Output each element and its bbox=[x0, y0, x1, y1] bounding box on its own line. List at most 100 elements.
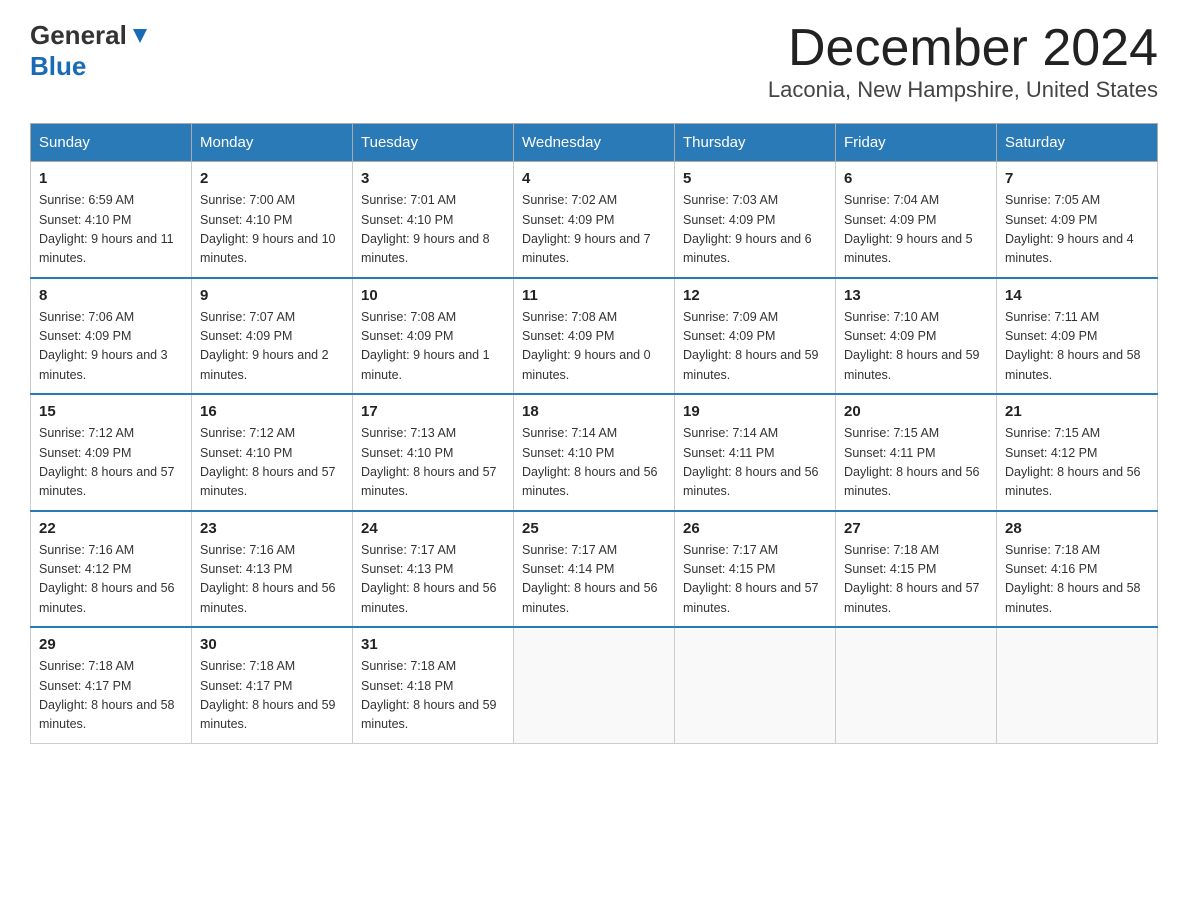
title-block: December 2024 Laconia, New Hampshire, Un… bbox=[768, 20, 1158, 103]
day-number: 5 bbox=[683, 170, 827, 187]
day-of-week-header: Sunday bbox=[31, 124, 192, 162]
day-info: Sunrise: 7:09 AMSunset: 4:09 PMDaylight:… bbox=[683, 308, 827, 386]
day-info: Sunrise: 7:16 AMSunset: 4:13 PMDaylight:… bbox=[200, 541, 344, 619]
day-number: 21 bbox=[1005, 403, 1149, 420]
calendar-cell: 4 Sunrise: 7:02 AMSunset: 4:09 PMDayligh… bbox=[514, 162, 675, 278]
day-number: 19 bbox=[683, 403, 827, 420]
day-number: 6 bbox=[844, 170, 988, 187]
day-info: Sunrise: 7:14 AMSunset: 4:10 PMDaylight:… bbox=[522, 424, 666, 502]
logo: General Blue bbox=[30, 20, 151, 82]
day-info: Sunrise: 7:06 AMSunset: 4:09 PMDaylight:… bbox=[39, 308, 183, 386]
day-number: 23 bbox=[200, 520, 344, 537]
day-of-week-header: Tuesday bbox=[353, 124, 514, 162]
day-number: 16 bbox=[200, 403, 344, 420]
calendar-week-row: 22 Sunrise: 7:16 AMSunset: 4:12 PMDaylig… bbox=[31, 511, 1158, 628]
day-number: 26 bbox=[683, 520, 827, 537]
calendar-cell: 25 Sunrise: 7:17 AMSunset: 4:14 PMDaylig… bbox=[514, 511, 675, 628]
day-number: 13 bbox=[844, 287, 988, 304]
day-info: Sunrise: 7:15 AMSunset: 4:12 PMDaylight:… bbox=[1005, 424, 1149, 502]
calendar-cell: 21 Sunrise: 7:15 AMSunset: 4:12 PMDaylig… bbox=[997, 394, 1158, 511]
calendar-table: SundayMondayTuesdayWednesdayThursdayFrid… bbox=[30, 123, 1158, 744]
calendar-cell: 2 Sunrise: 7:00 AMSunset: 4:10 PMDayligh… bbox=[192, 162, 353, 278]
day-of-week-header: Monday bbox=[192, 124, 353, 162]
day-info: Sunrise: 7:18 AMSunset: 4:17 PMDaylight:… bbox=[200, 657, 344, 735]
day-number: 11 bbox=[522, 287, 666, 304]
calendar-cell: 26 Sunrise: 7:17 AMSunset: 4:15 PMDaylig… bbox=[675, 511, 836, 628]
day-info: Sunrise: 7:17 AMSunset: 4:14 PMDaylight:… bbox=[522, 541, 666, 619]
day-number: 24 bbox=[361, 520, 505, 537]
day-info: Sunrise: 7:11 AMSunset: 4:09 PMDaylight:… bbox=[1005, 308, 1149, 386]
calendar-cell: 1 Sunrise: 6:59 AMSunset: 4:10 PMDayligh… bbox=[31, 162, 192, 278]
calendar-cell: 22 Sunrise: 7:16 AMSunset: 4:12 PMDaylig… bbox=[31, 511, 192, 628]
day-info: Sunrise: 7:17 AMSunset: 4:15 PMDaylight:… bbox=[683, 541, 827, 619]
calendar-cell: 15 Sunrise: 7:12 AMSunset: 4:09 PMDaylig… bbox=[31, 394, 192, 511]
day-info: Sunrise: 7:03 AMSunset: 4:09 PMDaylight:… bbox=[683, 191, 827, 269]
day-info: Sunrise: 7:15 AMSunset: 4:11 PMDaylight:… bbox=[844, 424, 988, 502]
day-number: 9 bbox=[200, 287, 344, 304]
day-info: Sunrise: 6:59 AMSunset: 4:10 PMDaylight:… bbox=[39, 191, 183, 269]
day-of-week-header: Thursday bbox=[675, 124, 836, 162]
logo-general-text: General bbox=[30, 20, 127, 51]
calendar-cell: 6 Sunrise: 7:04 AMSunset: 4:09 PMDayligh… bbox=[836, 162, 997, 278]
day-number: 17 bbox=[361, 403, 505, 420]
calendar-cell: 18 Sunrise: 7:14 AMSunset: 4:10 PMDaylig… bbox=[514, 394, 675, 511]
calendar-week-row: 15 Sunrise: 7:12 AMSunset: 4:09 PMDaylig… bbox=[31, 394, 1158, 511]
day-number: 4 bbox=[522, 170, 666, 187]
day-number: 25 bbox=[522, 520, 666, 537]
day-info: Sunrise: 7:14 AMSunset: 4:11 PMDaylight:… bbox=[683, 424, 827, 502]
calendar-cell bbox=[836, 627, 997, 743]
day-info: Sunrise: 7:08 AMSunset: 4:09 PMDaylight:… bbox=[522, 308, 666, 386]
day-info: Sunrise: 7:10 AMSunset: 4:09 PMDaylight:… bbox=[844, 308, 988, 386]
day-number: 27 bbox=[844, 520, 988, 537]
page-header: General Blue December 2024 Laconia, New … bbox=[30, 20, 1158, 103]
calendar-cell: 10 Sunrise: 7:08 AMSunset: 4:09 PMDaylig… bbox=[353, 278, 514, 395]
day-info: Sunrise: 7:00 AMSunset: 4:10 PMDaylight:… bbox=[200, 191, 344, 269]
day-info: Sunrise: 7:18 AMSunset: 4:18 PMDaylight:… bbox=[361, 657, 505, 735]
calendar-cell: 27 Sunrise: 7:18 AMSunset: 4:15 PMDaylig… bbox=[836, 511, 997, 628]
calendar-header-row: SundayMondayTuesdayWednesdayThursdayFrid… bbox=[31, 124, 1158, 162]
calendar-cell: 29 Sunrise: 7:18 AMSunset: 4:17 PMDaylig… bbox=[31, 627, 192, 743]
calendar-week-row: 8 Sunrise: 7:06 AMSunset: 4:09 PMDayligh… bbox=[31, 278, 1158, 395]
logo-blue-text: Blue bbox=[30, 51, 86, 81]
calendar-cell: 30 Sunrise: 7:18 AMSunset: 4:17 PMDaylig… bbox=[192, 627, 353, 743]
calendar-cell: 8 Sunrise: 7:06 AMSunset: 4:09 PMDayligh… bbox=[31, 278, 192, 395]
day-of-week-header: Saturday bbox=[997, 124, 1158, 162]
calendar-cell: 16 Sunrise: 7:12 AMSunset: 4:10 PMDaylig… bbox=[192, 394, 353, 511]
day-info: Sunrise: 7:13 AMSunset: 4:10 PMDaylight:… bbox=[361, 424, 505, 502]
calendar-cell: 9 Sunrise: 7:07 AMSunset: 4:09 PMDayligh… bbox=[192, 278, 353, 395]
day-number: 15 bbox=[39, 403, 183, 420]
day-number: 14 bbox=[1005, 287, 1149, 304]
day-info: Sunrise: 7:18 AMSunset: 4:16 PMDaylight:… bbox=[1005, 541, 1149, 619]
day-info: Sunrise: 7:16 AMSunset: 4:12 PMDaylight:… bbox=[39, 541, 183, 619]
calendar-cell bbox=[675, 627, 836, 743]
day-info: Sunrise: 7:12 AMSunset: 4:09 PMDaylight:… bbox=[39, 424, 183, 502]
calendar-cell: 11 Sunrise: 7:08 AMSunset: 4:09 PMDaylig… bbox=[514, 278, 675, 395]
day-info: Sunrise: 7:12 AMSunset: 4:10 PMDaylight:… bbox=[200, 424, 344, 502]
day-number: 28 bbox=[1005, 520, 1149, 537]
calendar-cell: 17 Sunrise: 7:13 AMSunset: 4:10 PMDaylig… bbox=[353, 394, 514, 511]
day-number: 3 bbox=[361, 170, 505, 187]
page-title: December 2024 bbox=[768, 20, 1158, 77]
calendar-cell: 13 Sunrise: 7:10 AMSunset: 4:09 PMDaylig… bbox=[836, 278, 997, 395]
day-info: Sunrise: 7:04 AMSunset: 4:09 PMDaylight:… bbox=[844, 191, 988, 269]
day-of-week-header: Friday bbox=[836, 124, 997, 162]
calendar-cell: 19 Sunrise: 7:14 AMSunset: 4:11 PMDaylig… bbox=[675, 394, 836, 511]
day-info: Sunrise: 7:18 AMSunset: 4:17 PMDaylight:… bbox=[39, 657, 183, 735]
day-info: Sunrise: 7:17 AMSunset: 4:13 PMDaylight:… bbox=[361, 541, 505, 619]
day-number: 10 bbox=[361, 287, 505, 304]
day-number: 20 bbox=[844, 403, 988, 420]
calendar-cell: 5 Sunrise: 7:03 AMSunset: 4:09 PMDayligh… bbox=[675, 162, 836, 278]
day-of-week-header: Wednesday bbox=[514, 124, 675, 162]
day-info: Sunrise: 7:02 AMSunset: 4:09 PMDaylight:… bbox=[522, 191, 666, 269]
day-info: Sunrise: 7:07 AMSunset: 4:09 PMDaylight:… bbox=[200, 308, 344, 386]
calendar-week-row: 1 Sunrise: 6:59 AMSunset: 4:10 PMDayligh… bbox=[31, 162, 1158, 278]
logo-triangle-icon bbox=[129, 25, 151, 47]
day-info: Sunrise: 7:08 AMSunset: 4:09 PMDaylight:… bbox=[361, 308, 505, 386]
day-number: 30 bbox=[200, 636, 344, 653]
day-number: 22 bbox=[39, 520, 183, 537]
day-number: 31 bbox=[361, 636, 505, 653]
calendar-cell: 7 Sunrise: 7:05 AMSunset: 4:09 PMDayligh… bbox=[997, 162, 1158, 278]
calendar-cell: 3 Sunrise: 7:01 AMSunset: 4:10 PMDayligh… bbox=[353, 162, 514, 278]
day-number: 8 bbox=[39, 287, 183, 304]
day-number: 29 bbox=[39, 636, 183, 653]
